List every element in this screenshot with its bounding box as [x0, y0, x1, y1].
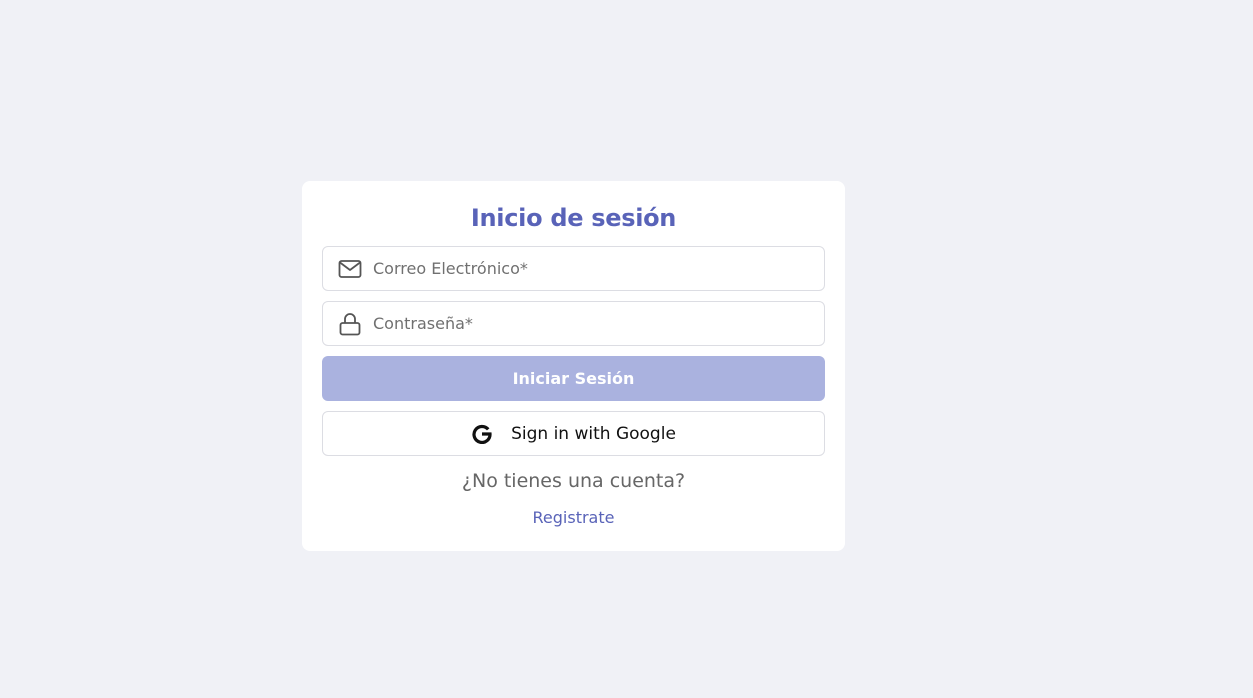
password-input[interactable] [373, 302, 824, 345]
page-title: Inicio de sesión [470, 204, 677, 232]
login-button[interactable]: Iniciar Sesión [322, 356, 825, 401]
login-card: Inicio de sesión Iniciar Sesión Sign in … [302, 181, 845, 551]
register-wrapper: Registrate [302, 506, 845, 530]
google-signin-button[interactable]: Sign in with Google [322, 411, 825, 456]
mail-icon [337, 256, 363, 282]
register-link[interactable]: Registrate [533, 508, 615, 527]
google-g-icon [471, 423, 493, 445]
lock-icon [337, 311, 363, 337]
email-input[interactable] [373, 247, 824, 290]
password-field[interactable] [322, 301, 825, 346]
google-signin-label: Sign in with Google [511, 423, 676, 444]
email-field[interactable] [322, 246, 825, 291]
no-account-text: ¿No tienes una cuenta? [461, 470, 686, 492]
